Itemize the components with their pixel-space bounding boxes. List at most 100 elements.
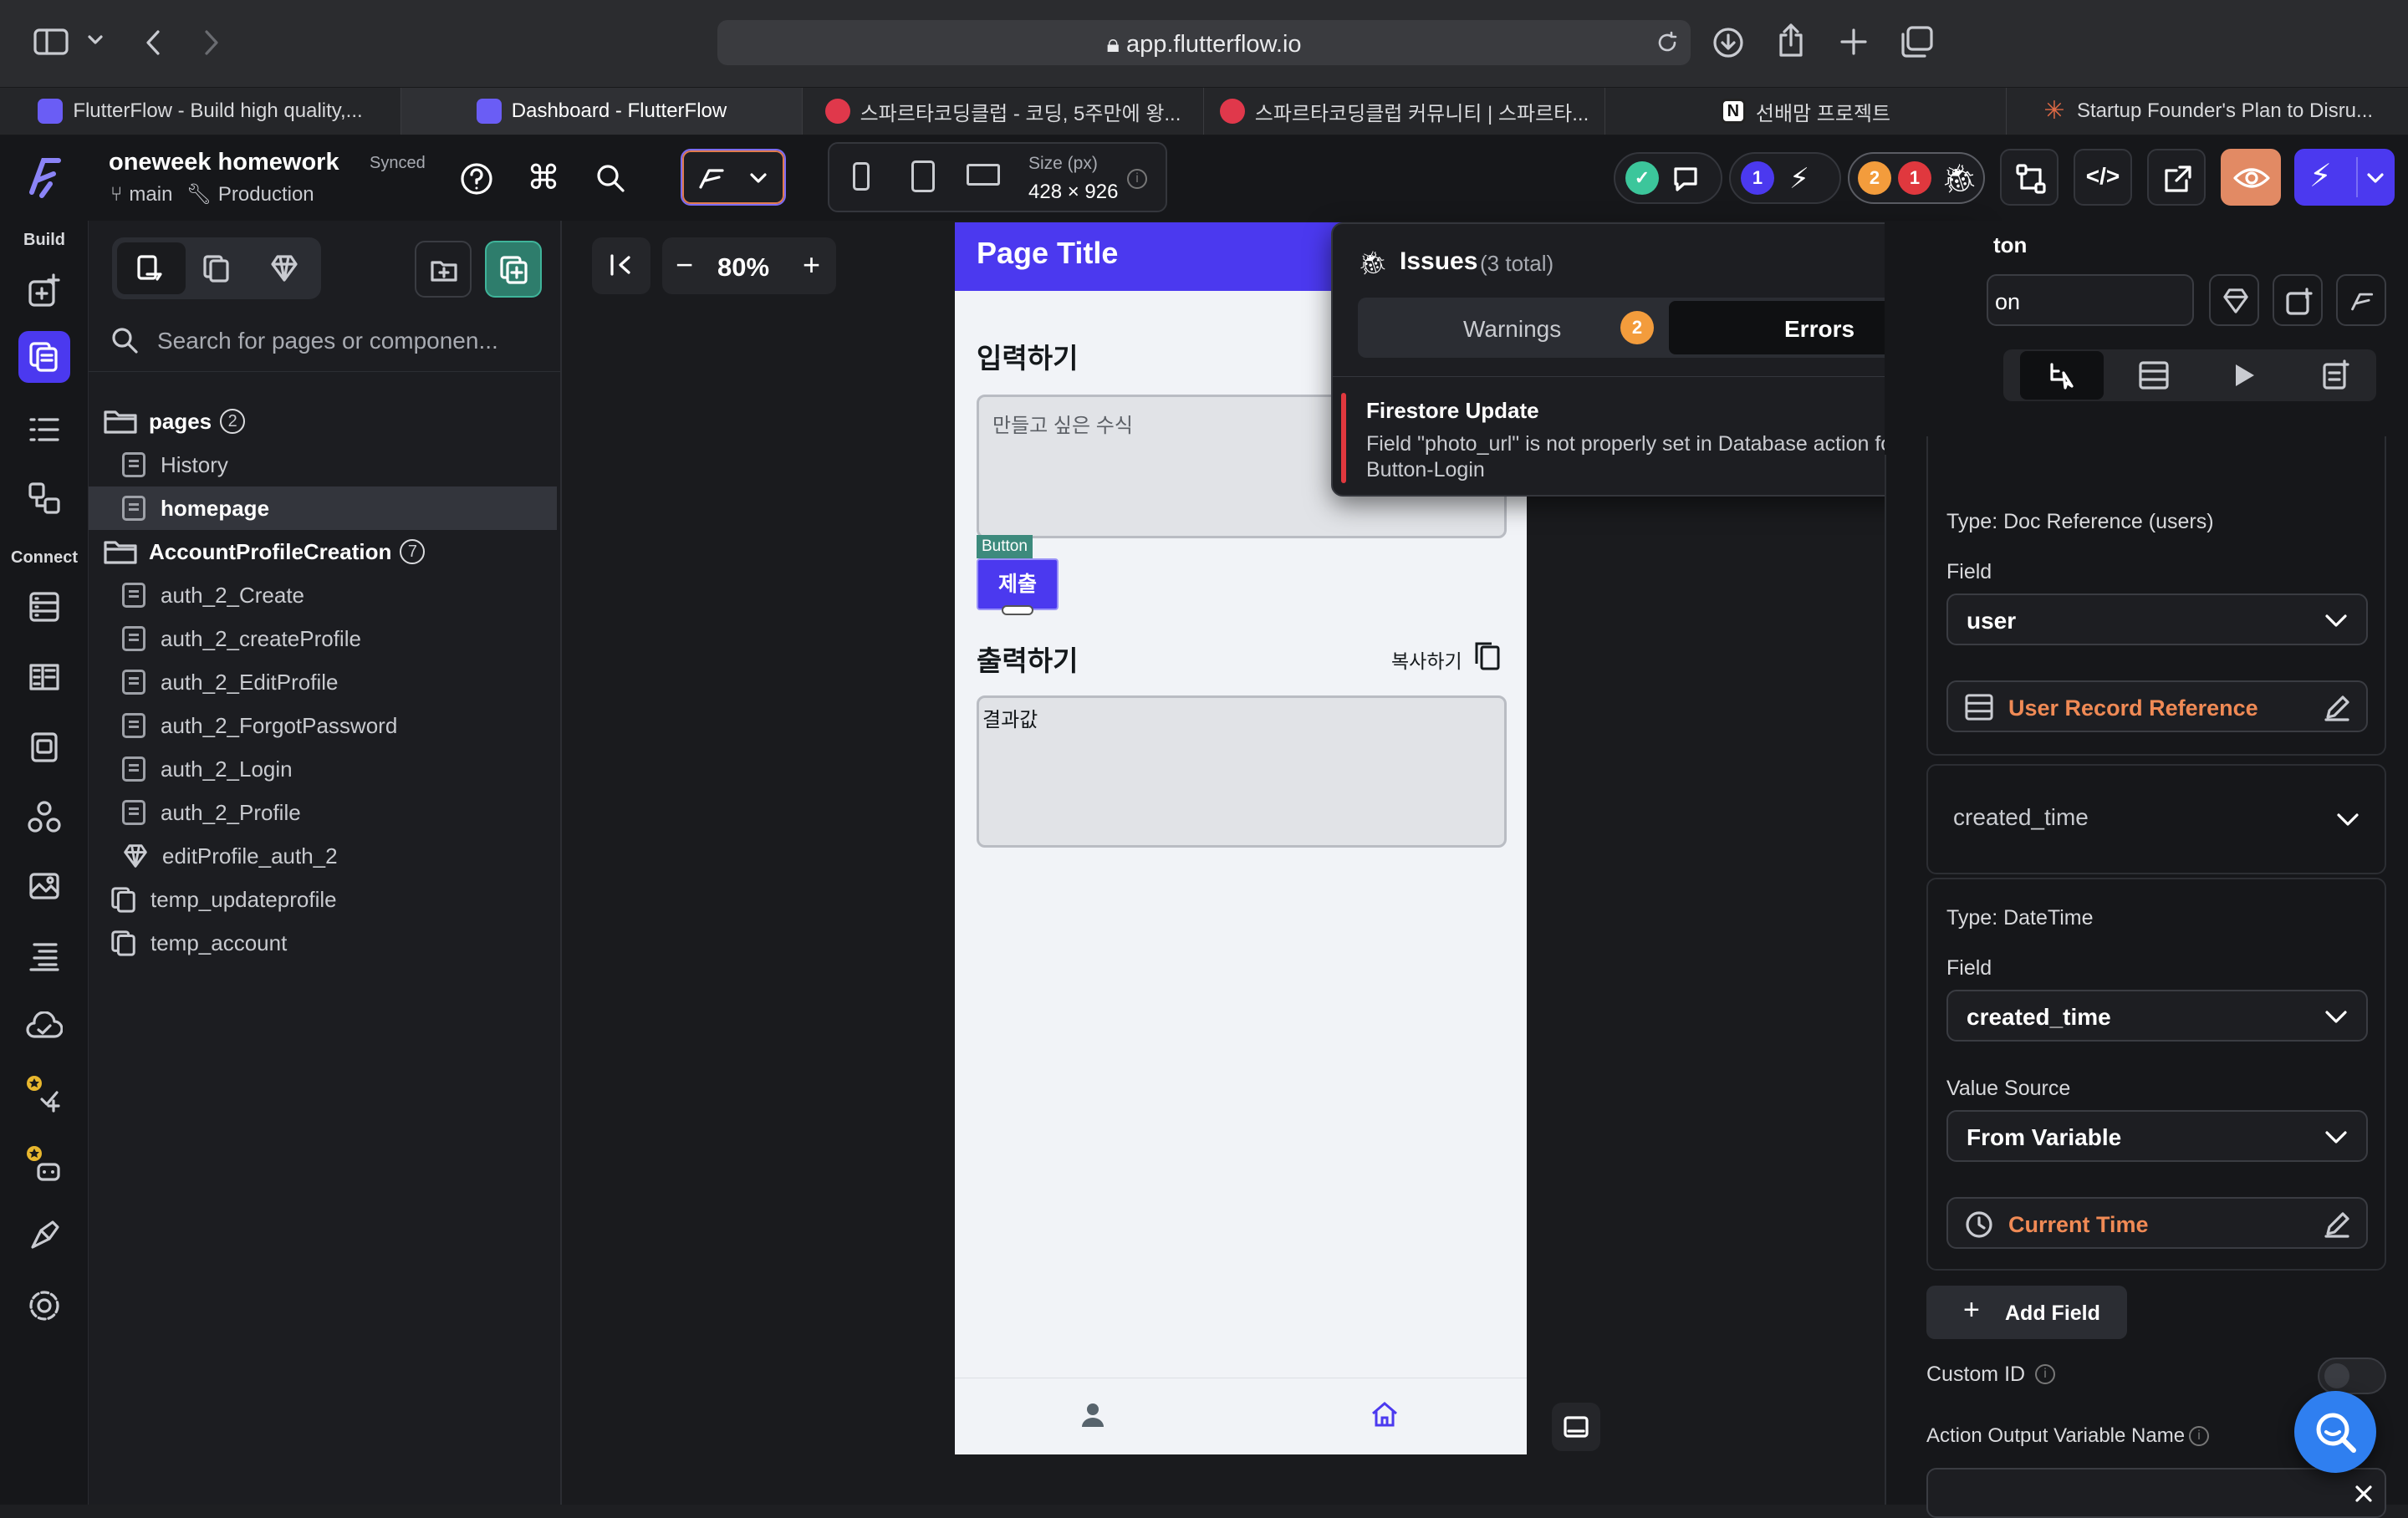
new-tab-icon[interactable]: [1839, 28, 1868, 56]
copy-icon[interactable]: [1473, 640, 1502, 672]
new-folder-button[interactable]: [415, 241, 472, 298]
search-icon[interactable]: [595, 163, 625, 193]
info-icon[interactable]: i: [2035, 1364, 2055, 1384]
user-record-reference-field[interactable]: User Record Reference: [1946, 680, 2368, 732]
value-source-select[interactable]: From Variable: [1946, 1110, 2368, 1162]
branch-info[interactable]: ⑂ main 🔧︎ Production: [110, 182, 314, 206]
page-item-auth-profile[interactable]: auth_2_Profile: [89, 791, 557, 834]
library-diamond-icon[interactable]: [269, 254, 299, 283]
edit-pencil-icon[interactable]: [2323, 1210, 2351, 1239]
page-item-temp-updateprofile[interactable]: temp_updateprofile: [89, 878, 557, 921]
page-item-temp-account[interactable]: temp_account: [89, 921, 557, 965]
info-icon[interactable]: i: [2189, 1426, 2209, 1446]
page-item-auth-edit-profile[interactable]: auth_2_EditProfile: [89, 660, 557, 704]
storyboard-icon[interactable]: [21, 475, 68, 522]
code-view-icon[interactable]: </>: [2074, 149, 2132, 206]
app-state-icon[interactable]: [21, 654, 68, 700]
field-select-user[interactable]: user: [1946, 593, 2368, 645]
zoom-out-icon[interactable]: −: [676, 247, 693, 283]
output-variable-input[interactable]: [1926, 1468, 2386, 1518]
preview-eye-button[interactable]: [2221, 149, 2281, 206]
status-button[interactable]: ✓: [1614, 152, 1722, 204]
page-item-history[interactable]: History: [89, 443, 557, 486]
add-widget-icon[interactable]: [21, 267, 68, 314]
resize-handle[interactable]: [1002, 605, 1033, 615]
branch-graph-button[interactable]: [2000, 149, 2059, 206]
page-item-homepage[interactable]: homepage: [89, 486, 557, 530]
desktop-device-icon[interactable]: [967, 164, 1000, 186]
profile-nav-icon[interactable]: [1080, 1402, 1105, 1429]
add-field-button[interactable]: + Add Field: [1926, 1286, 2127, 1339]
chevron-down-icon[interactable]: [87, 33, 104, 47]
back-icon[interactable]: [142, 28, 164, 57]
project-name[interactable]: oneweek homework: [109, 149, 339, 176]
warnings-tab[interactable]: Warnings 2: [1361, 301, 1666, 354]
submit-button[interactable]: 제출: [977, 558, 1059, 610]
forward-icon[interactable]: [201, 28, 222, 57]
page-search-input[interactable]: Search for pages or componen...: [157, 328, 498, 354]
phone-device-icon[interactable]: [853, 162, 870, 191]
collapsed-field-created-time[interactable]: created_time: [1926, 764, 2386, 874]
page-item-auth-login[interactable]: auth_2_Login: [89, 747, 557, 791]
custom-code-icon[interactable]: [21, 933, 68, 980]
components-mode-icon[interactable]: [202, 254, 231, 283]
add-component-button[interactable]: [2273, 274, 2323, 326]
flutterflow-logo-icon[interactable]: [25, 155, 64, 199]
share-icon[interactable]: [1776, 23, 1806, 59]
widget-tree-icon[interactable]: [21, 406, 68, 453]
download-icon[interactable]: [1712, 27, 1744, 59]
folder-pages[interactable]: pages 2: [104, 400, 572, 443]
page-item-auth-create[interactable]: auth_2_Create: [89, 573, 557, 617]
tab-flutterflow-home[interactable]: FlutterFlow - Build high quality,...: [0, 88, 401, 135]
help-chat-button[interactable]: [2294, 1391, 2376, 1473]
image-assets-icon[interactable]: [21, 863, 68, 909]
tab-sparta-coding[interactable]: 스파르타코딩클럽 - 코딩, 5주만에 왕...: [803, 88, 1204, 135]
theme-dropdown-button[interactable]: [681, 149, 786, 206]
keyboard-toggle-button[interactable]: [1552, 1403, 1600, 1451]
theme-settings-icon[interactable]: [21, 1212, 68, 1259]
tab-startup-founder[interactable]: ✳ Startup Founder's Plan to Disru...: [2007, 88, 2408, 135]
edit-pencil-icon[interactable]: [2323, 694, 2351, 722]
tab-notion-project[interactable]: N 선배맘 프로젝트: [1605, 88, 2007, 135]
deploy-status-button[interactable]: 1 ⚡︎: [1729, 152, 1841, 204]
theme-button[interactable]: [2336, 274, 2386, 326]
command-palette-icon[interactable]: ⌘: [527, 159, 560, 197]
settings-gear-icon[interactable]: [21, 1282, 68, 1329]
field-select-created-time[interactable]: created_time: [1946, 990, 2368, 1042]
agents-icon[interactable]: [21, 1140, 68, 1187]
component-item-edit-profile[interactable]: editProfile_auth_2: [89, 834, 557, 878]
firestore-icon[interactable]: [21, 583, 68, 630]
home-nav-icon[interactable]: [1370, 1400, 1400, 1429]
help-icon[interactable]: [460, 162, 493, 196]
tab-overview-icon[interactable]: [1900, 26, 1933, 58]
page-selector-icon[interactable]: [18, 331, 70, 383]
info-icon[interactable]: i: [1127, 169, 1147, 189]
media-assets-icon[interactable]: [21, 724, 68, 771]
cloud-functions-icon[interactable]: [21, 1003, 68, 1050]
page-item-auth-forgot-password[interactable]: auth_2_ForgotPassword: [89, 704, 557, 747]
actions-tab[interactable]: [2020, 351, 2104, 400]
page-item-auth-create-profile[interactable]: auth_2_createProfile: [89, 617, 557, 660]
backend-query-icon[interactable]: [2139, 361, 2169, 390]
result-output-field[interactable]: 결과값: [977, 695, 1507, 848]
reload-icon[interactable]: [1656, 31, 1679, 54]
clear-icon[interactable]: [2354, 1485, 2373, 1503]
issue-item[interactable]: Firestore Update Field "photo_url" is no…: [1341, 393, 1968, 483]
tab-sparta-community[interactable]: 스파르타코딩클럽 커뮤니티 | 스파르타...: [1204, 88, 1605, 135]
folder-account-profile-creation[interactable]: AccountProfileCreation 7: [104, 530, 572, 573]
zoom-in-icon[interactable]: +: [803, 247, 820, 283]
open-external-button[interactable]: [2147, 149, 2206, 206]
custom-id-toggle[interactable]: [2318, 1358, 2386, 1394]
library-button[interactable]: [2209, 274, 2259, 326]
issues-button[interactable]: 2 1 🐞︎: [1848, 152, 1985, 204]
tablet-device-icon[interactable]: [911, 160, 935, 192]
collapse-panel-button[interactable]: [592, 237, 650, 294]
current-time-reference-field[interactable]: Current Time: [1946, 1197, 2368, 1249]
animations-play-icon[interactable]: [2232, 361, 2258, 390]
tests-icon[interactable]: [21, 1070, 68, 1117]
pages-mode-tab[interactable]: [117, 242, 186, 294]
integrations-icon[interactable]: [21, 794, 68, 841]
run-app-button[interactable]: ⚡︎: [2294, 149, 2395, 206]
copy-label[interactable]: 복사하기: [1391, 645, 1462, 674]
sidebar-toggle-icon[interactable]: [33, 28, 69, 55]
